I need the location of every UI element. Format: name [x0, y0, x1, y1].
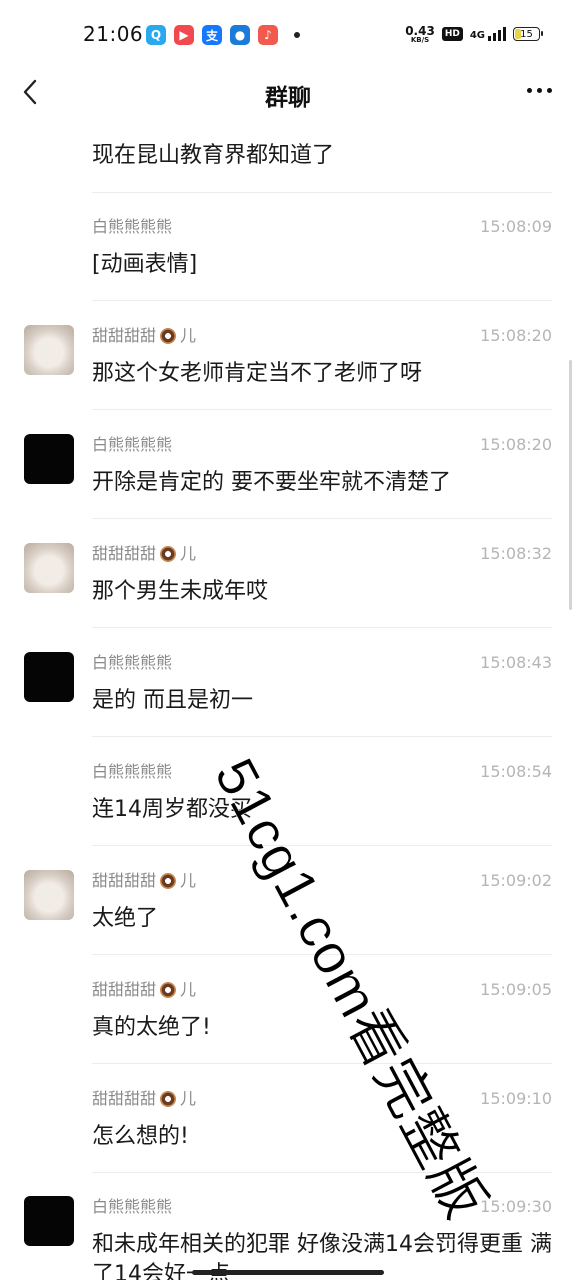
sender-suffix: 儿	[180, 544, 197, 563]
donut-icon	[160, 546, 177, 562]
hd-badge: HD	[441, 27, 463, 41]
sender-name: 白熊熊熊熊	[92, 435, 173, 454]
message-text: 真的太绝了!	[92, 1015, 211, 1040]
donut-icon	[160, 873, 177, 889]
clock: 21:06	[83, 22, 144, 46]
divider	[92, 409, 552, 410]
sender-name: 甜甜甜甜	[92, 871, 157, 890]
avatar[interactable]	[24, 652, 74, 702]
avatar[interactable]	[24, 325, 74, 375]
message-time: 15:08:20	[480, 326, 552, 345]
donut-icon	[160, 328, 177, 344]
sender-name: 白熊熊熊熊	[92, 217, 173, 236]
sender-suffix: 儿	[180, 871, 197, 890]
sender-suffix: 儿	[180, 980, 197, 999]
notification-icons: Q ▶ 支 ● ♪	[146, 24, 300, 46]
sender-label: 甜甜甜甜 儿	[92, 870, 196, 892]
sender-name: 白熊熊熊熊	[92, 762, 173, 781]
message-time: 15:08:20	[480, 435, 552, 454]
message-text: 连14周岁都没买	[92, 797, 252, 822]
divider	[92, 1063, 552, 1064]
divider	[92, 518, 552, 519]
divider	[92, 845, 552, 846]
message-text: 是的 而且是初一	[92, 688, 253, 713]
sender-label: 甜甜甜甜 儿	[92, 1088, 196, 1110]
sender-label: 甜甜甜甜 儿	[92, 543, 196, 565]
network-speed: 0.43 KB/S	[405, 25, 435, 44]
signal-icon: 4G	[470, 27, 506, 41]
sender-label: 甜甜甜甜 儿	[92, 325, 196, 347]
network-type: 4G	[469, 30, 485, 41]
donut-icon	[160, 1091, 177, 1107]
video-icon: ▶	[174, 25, 194, 45]
avatar[interactable]	[24, 870, 74, 920]
divider	[92, 627, 552, 628]
sender-suffix: 儿	[180, 326, 197, 345]
status-bar: 21:06 Q ▶ 支 ● ♪ 0.43 KB/S HD 4G 15	[0, 0, 576, 64]
home-indicator[interactable]	[192, 1270, 384, 1275]
message-text: [动画表情]	[92, 252, 198, 277]
sender-name: 甜甜甜甜	[92, 544, 157, 563]
system-indicators: 0.43 KB/S HD 4G 15	[405, 22, 543, 46]
sender-name: 甜甜甜甜	[92, 1089, 157, 1108]
more-icon	[527, 88, 532, 93]
alipay-icon: 支	[202, 25, 222, 45]
page-title: 群聊	[265, 85, 311, 111]
battery-icon: 15	[513, 27, 543, 41]
divider	[92, 192, 552, 193]
qq-icon: Q	[146, 25, 166, 45]
message-time: 15:08:09	[480, 217, 552, 236]
battery-level: 15	[520, 28, 533, 40]
music-icon: ♪	[258, 25, 278, 45]
network-speed-value: 0.43	[405, 23, 435, 38]
sender-name: 甜甜甜甜	[92, 326, 157, 345]
donut-icon	[160, 982, 177, 998]
sender-label: 甜甜甜甜 儿	[92, 979, 196, 1001]
message-text: 现在昆山教育界都知道了	[92, 143, 335, 168]
message-time: 15:09:10	[480, 1089, 552, 1108]
avatar[interactable]	[24, 1196, 74, 1246]
sender-name: 甜甜甜甜	[92, 980, 157, 999]
sender-name: 白熊熊熊熊	[92, 653, 173, 672]
chat-screen: 21:06 Q ▶ 支 ● ♪ 0.43 KB/S HD 4G 15 群聊 现在…	[0, 0, 576, 1280]
message-text: 开除是肯定的 要不要坐牢就不清楚了	[92, 470, 451, 495]
divider	[92, 736, 552, 737]
divider	[92, 300, 552, 301]
message-time: 15:08:32	[480, 544, 552, 563]
message-time: 15:09:05	[480, 980, 552, 999]
message-time: 15:08:54	[480, 762, 552, 781]
sender-name: 白熊熊熊熊	[92, 1197, 173, 1216]
message-text: 怎么想的!	[92, 1124, 189, 1149]
message-text: 那这个女老师肯定当不了老师了呀	[92, 361, 423, 386]
message-text: 那个男生未成年哎	[92, 579, 269, 604]
avatar[interactable]	[24, 434, 74, 484]
circle-app-icon: ●	[230, 25, 250, 45]
avatar[interactable]	[24, 543, 74, 593]
message-time: 15:09:02	[480, 871, 552, 890]
more-notifications-dot	[294, 32, 300, 38]
more-options-button[interactable]	[527, 88, 552, 93]
message-time: 15:08:43	[480, 653, 552, 672]
scrollbar[interactable]	[569, 360, 572, 610]
network-speed-unit: KB/S	[410, 35, 430, 44]
sender-suffix: 儿	[180, 1089, 197, 1108]
chat-header: 群聊	[0, 64, 576, 126]
